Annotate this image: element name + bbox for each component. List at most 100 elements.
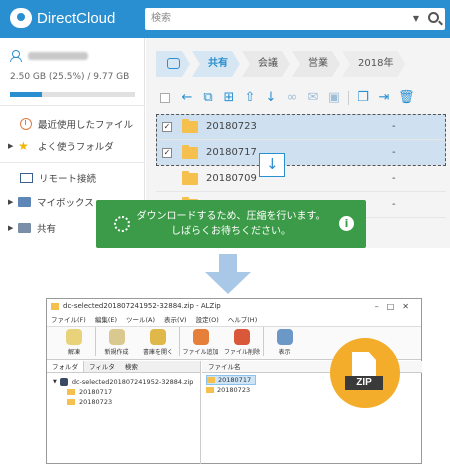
view-button[interactable]: 表示 [263,327,305,356]
folder-panel: フォルダ フィルタ 検索 ▼ dc-selected201807241952-32… [47,361,201,464]
menu-item[interactable]: 表示(V) [164,314,187,326]
divider [0,105,145,106]
menu-item[interactable]: ヘルプ(H) [228,314,257,326]
tree-root[interactable]: ▼ dc-selected201807241952-32884.zip [53,377,200,387]
search-icon[interactable] [428,12,439,23]
tree-node[interactable]: 20180717 [53,387,200,397]
breadcrumb-item[interactable]: 共有 [192,51,240,77]
menu-item[interactable]: ツール(A) [126,314,155,326]
menu-bar: ファイル(F) 編集(E) ツール(A) 表示(V) 設定(O) ヘルプ(H) [47,314,421,326]
folder-tree: ▼ dc-selected201807241952-32884.zip 20180… [47,373,200,407]
storage-quota-text: 2.50 GB (25.5%) / 9.77 GB [10,72,130,82]
delete-file-button[interactable]: ファイル削除 [221,327,263,356]
mail-icon[interactable]: ✉ [306,91,320,105]
window-titlebar[interactable]: dc-selected201807241952-32884.zip - ALZi… [47,299,421,314]
folder-icon [206,387,214,393]
folder-icon [67,399,75,405]
tab-filter[interactable]: フィルタ [84,361,120,372]
open-archive-button[interactable]: 書庫を開く [137,327,179,356]
trash-icon[interactable]: 🗑 [398,91,415,105]
star-icon: ★ [18,139,29,153]
tab-folder[interactable]: フォルダ [47,361,84,372]
monitor-icon [20,173,33,183]
tool-label: 解凍 [67,349,80,356]
file-date: - [392,199,396,210]
lock-icon[interactable]: ▣ [327,91,341,105]
sidebar-item-label: リモート接続 [39,174,97,185]
storage-quota-bar [10,92,135,97]
file-name[interactable]: 20180723 [206,121,257,132]
back-icon[interactable]: ← [180,91,194,105]
tree-label: dc-selected201807241952-32884.zip [71,378,194,386]
extract-button[interactable]: 解凍 [53,327,95,356]
row-checkbox[interactable]: ✓ [162,147,172,158]
tab-search[interactable]: 検索 [120,361,143,372]
duplicate-icon[interactable]: ❐ [356,91,370,105]
new-archive-icon [108,329,125,345]
drag-download-icon[interactable]: ↓ [259,153,285,177]
tool-label: ファイル追加 [182,349,219,356]
table-row[interactable]: 20180709 - [156,166,446,192]
folder-icon [182,144,198,159]
new-folder-icon[interactable]: ⊞ [222,91,236,105]
move-icon[interactable]: ⇥ [377,91,391,105]
breadcrumb-item[interactable]: 2018年 [342,51,405,77]
menu-item[interactable]: 編集(E) [95,314,117,326]
share-icon [18,223,31,233]
zip-file-badge-icon: ZIP [330,338,400,408]
new-archive-button[interactable]: 新規作成 [95,327,137,356]
sidebar-item-recent[interactable]: 最近使用したファイル [0,114,145,134]
file-name: 20180723 [217,386,251,394]
window-controls[interactable]: –□✕ [375,299,417,314]
search-dropdown-icon[interactable]: ▼ [413,8,419,30]
cloud-logo-icon [10,8,32,28]
expand-arrow-icon[interactable]: ▶ [8,224,18,232]
row-checkbox[interactable]: ✓ [162,121,172,132]
file-name[interactable]: 20180709 [206,173,257,184]
user-account[interactable] [10,50,88,62]
sidebar-item-remote[interactable]: リモート接続 [0,168,145,188]
table-row[interactable]: ✓ 20180723 - [156,114,446,140]
upload-icon[interactable]: ⇧ [243,91,257,105]
breadcrumb-item[interactable]: 会議 [242,51,290,77]
link-icon[interactable]: ∞ [285,91,299,105]
sidebar-item-label: 共有 [37,224,57,235]
add-file-button[interactable]: ファイル追加 [179,327,221,356]
folder-icon [182,170,198,185]
tree-label: 20180723 [79,398,113,406]
breadcrumb-item[interactable]: 営業 [292,51,340,77]
logo-text: DirectCloud [37,9,116,27]
list-item[interactable]: 20180717 [206,375,256,385]
row-checkbox[interactable] [162,174,172,184]
copy-icon[interactable]: ⧉ [201,91,215,105]
down-arrow-icon [205,254,251,294]
select-all-checkbox[interactable] [160,93,170,103]
download-icon[interactable]: ↓ [264,91,278,105]
menu-item[interactable]: ファイル(F) [51,314,86,326]
file-name[interactable]: 20180717 [206,147,257,158]
loading-spinner-icon [114,216,130,232]
tree-label: 20180717 [79,388,113,396]
blurred-username [28,51,88,60]
info-icon[interactable]: i [339,216,354,231]
expand-arrow-icon[interactable]: ▶ [8,198,18,206]
tree-node[interactable]: 20180723 [53,397,200,407]
shared-folder-icon [167,58,180,69]
file-date: - [392,173,396,184]
delete-file-icon [234,329,250,345]
open-archive-icon [150,329,166,345]
breadcrumb-home[interactable] [156,51,190,77]
app-logo[interactable]: DirectCloud [10,8,115,28]
zip-file-icon [59,378,68,386]
menu-item[interactable]: 設定(O) [196,314,219,326]
folder-icon [207,377,215,383]
expand-arrow-icon[interactable]: ▶ [8,142,18,150]
sidebar-item-label: よく使うフォルダ [38,142,114,153]
toast-message-line1: ダウンロードするため、圧縮を行います。 [136,211,326,222]
window-title: dc-selected201807241952-32884.zip - ALZi… [63,302,221,310]
sidebar-item-favorites[interactable]: ▶ ★ よく使うフォルダ [0,136,145,156]
tool-label: 新規作成 [104,349,129,356]
search-input[interactable]: 検索 ▼ [145,8,445,30]
table-row[interactable]: ✓ 20180717 - [156,140,446,166]
folder-icon [182,118,198,133]
